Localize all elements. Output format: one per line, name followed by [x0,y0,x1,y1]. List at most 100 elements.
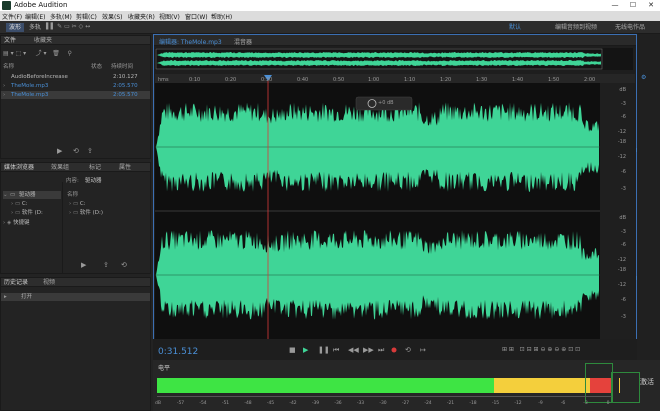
files-panel-header: 文件 收藏夹 [1,36,150,45]
file-row[interactable]: › TheMole.mp3 2:05.570 [1,82,150,90]
multitrack-view-button[interactable]: 多轨 [26,23,44,32]
tool-icons[interactable]: ▌▌ ✎ ▭ ✂ ◇ ↔ [46,23,90,31]
meter-highlight-box [611,372,640,403]
tab-markers[interactable]: 标记 [89,163,101,172]
file-row-selected[interactable]: › TheMole.mp3 2:05.570 [1,91,150,99]
db-label: dB [619,215,626,221]
meter-scale-label: -39 [311,401,320,406]
file-duration: 2:10.127 [113,74,138,80]
db-label: -18 [617,267,626,273]
tab-files[interactable]: 文件 [4,36,16,45]
file-name: AudioBeforeIncrease [11,74,68,80]
loop-icon[interactable]: ⟲ [121,261,127,269]
tree-item-drives[interactable]: ⌄ ▭ 驱动器 [3,191,61,199]
menu-window[interactable]: 窗口(W) [185,12,208,21]
list-name-header[interactable]: 名称 [67,191,78,199]
play-icon[interactable]: ▶ [303,346,308,354]
workspace-default[interactable]: 默认 [509,23,521,32]
workspace-radio[interactable]: 无线电作品 [615,23,645,32]
meter-scale-label: -45 [266,401,275,406]
rewind-icon[interactable]: ◀◀ [348,346,359,354]
tree-item-shortcuts[interactable]: › ◈ 快捷键 [3,219,29,227]
ruler-label: 0:20 [225,77,237,83]
go-to-start-icon[interactable]: ⏮ [333,346,339,354]
menu-multitrack[interactable]: 多轨(M) [50,12,72,21]
db-label: -6 [621,114,626,120]
history-item[interactable]: ▸ 打开 [1,293,150,301]
stop-icon[interactable]: ■ [289,346,296,354]
col-name[interactable]: 名称 [3,63,14,71]
pause-icon[interactable]: ❚❚ [318,346,330,354]
col-duration[interactable]: 持续时间 [111,63,133,71]
ruler-label: 1:50 [548,77,560,83]
db-label: -6 [621,297,626,303]
tab-effects-rack[interactable]: 效果组 [51,163,69,172]
tab-video[interactable]: 视频 [43,278,55,287]
record-icon[interactable] [391,347,397,353]
minimize-button[interactable]: — [606,0,624,11]
waveform-view-button[interactable]: 波形 [6,23,25,32]
ruler-label: 1:00 [368,77,380,83]
db-label: -6 [621,242,626,248]
zoom-icons[interactable]: ⊞ ⊞ ⊡ ⊟ ⊞ ⊖ ⊕ ⊖ ⊕ ⊡ ⊡ [502,346,580,354]
time-display[interactable]: 0:31.512 [158,347,198,357]
play-icon[interactable]: ▶ [81,261,86,269]
meter-scale-label: -18 [469,401,477,406]
menu-file[interactable]: 文件(F) [2,12,22,21]
files-panel: 文件 收藏夹 ▤ ▾ ⬚ ▾ ⤴ ▾ 🗑 ⚲ 名称 状态 持续时间 AudioB… [0,35,151,159]
tab-favorites[interactable]: 收藏夹 [34,36,52,45]
activation-watermark: 激活 [640,378,654,386]
menu-view[interactable]: 视图(V) [159,12,180,21]
loop-icon[interactable]: ⟲ [73,147,79,155]
meter-scale-label: -36 [334,401,342,406]
menu-favorites[interactable]: 收藏夹(R) [128,12,155,21]
list-item[interactable]: › ▭ 软件 (D:) [69,209,103,217]
list-item[interactable]: › ▭ C: [69,200,86,208]
maximize-button[interactable]: ☐ [624,0,642,11]
file-row[interactable]: AudioBeforeIncrease 2:10.127 [1,73,150,81]
meter-scale-label: -51 [221,401,230,406]
drive-icon: ▭ [10,192,16,198]
workspace-edit-audio-video[interactable]: 编辑音频到视频 [555,23,597,32]
overview-strip[interactable] [155,48,633,70]
expand-arrow-icon[interactable]: › [3,91,5,99]
app-title: Adobe Audition [14,1,68,9]
export-icon[interactable]: ⇪ [87,147,93,155]
tab-history[interactable]: 历史记录 [4,278,28,287]
meter-scale-label: -21 [446,401,455,406]
tree-item-c[interactable]: › ▭ C: [11,200,28,208]
settings-icon[interactable]: ⚙ [641,74,646,82]
menu-edit[interactable]: 编辑(E) [25,12,45,21]
tree-item-d[interactable]: › ▭ 软件 (D: [11,209,43,217]
hud-volume-value[interactable]: +0 dB [378,100,394,106]
skip-icon[interactable]: ↦ [420,346,426,354]
app-icon [2,1,11,10]
loop-icon[interactable]: ⟲ [405,346,411,354]
expand-arrow-icon[interactable]: › [3,82,5,90]
tab-media-browser[interactable]: 媒体浏览器 [4,163,34,172]
chevron-down-icon: ⌄ [3,192,8,198]
files-toolbar-icons[interactable]: ▤ ▾ ⬚ ▾ ⤴ ▾ 🗑 ⚲ [3,50,72,58]
tab-properties[interactable]: 属性 [119,163,131,172]
ruler-label: 2:00 [584,77,596,83]
files-column-header: 名称 状态 持续时间 [3,63,151,71]
close-button[interactable]: ✕ [642,0,660,11]
divider [62,182,63,274]
content-value[interactable]: 驱动器 [85,177,102,185]
media-browser-panel: 媒体浏览器 效果组 标记 属性 内容: 驱动器 ⌄ ▭ 驱动器 › ▭ C: ›… [0,162,151,274]
db-label: -6 [621,169,626,175]
insert-icon[interactable]: ⇪ [103,261,109,269]
file-name: TheMole.mp3 [11,83,49,89]
level-meter-yellow [494,378,590,393]
go-to-end-icon[interactable]: ⏭ [378,346,384,354]
meter-scale-label: 0 [606,401,610,406]
meter-scale-label: -15 [491,401,500,406]
play-icon[interactable]: ▶ [57,147,62,155]
db-label: -12 [617,129,626,135]
fast-forward-icon[interactable]: ▶▶ [363,346,374,354]
menu-effects[interactable]: 效果(S) [102,12,123,21]
menu-clip[interactable]: 剪辑(C) [76,12,97,21]
menu-help[interactable]: 帮助(H) [211,12,232,21]
meter-scale-label: -12 [514,401,522,406]
col-status[interactable]: 状态 [91,63,102,71]
